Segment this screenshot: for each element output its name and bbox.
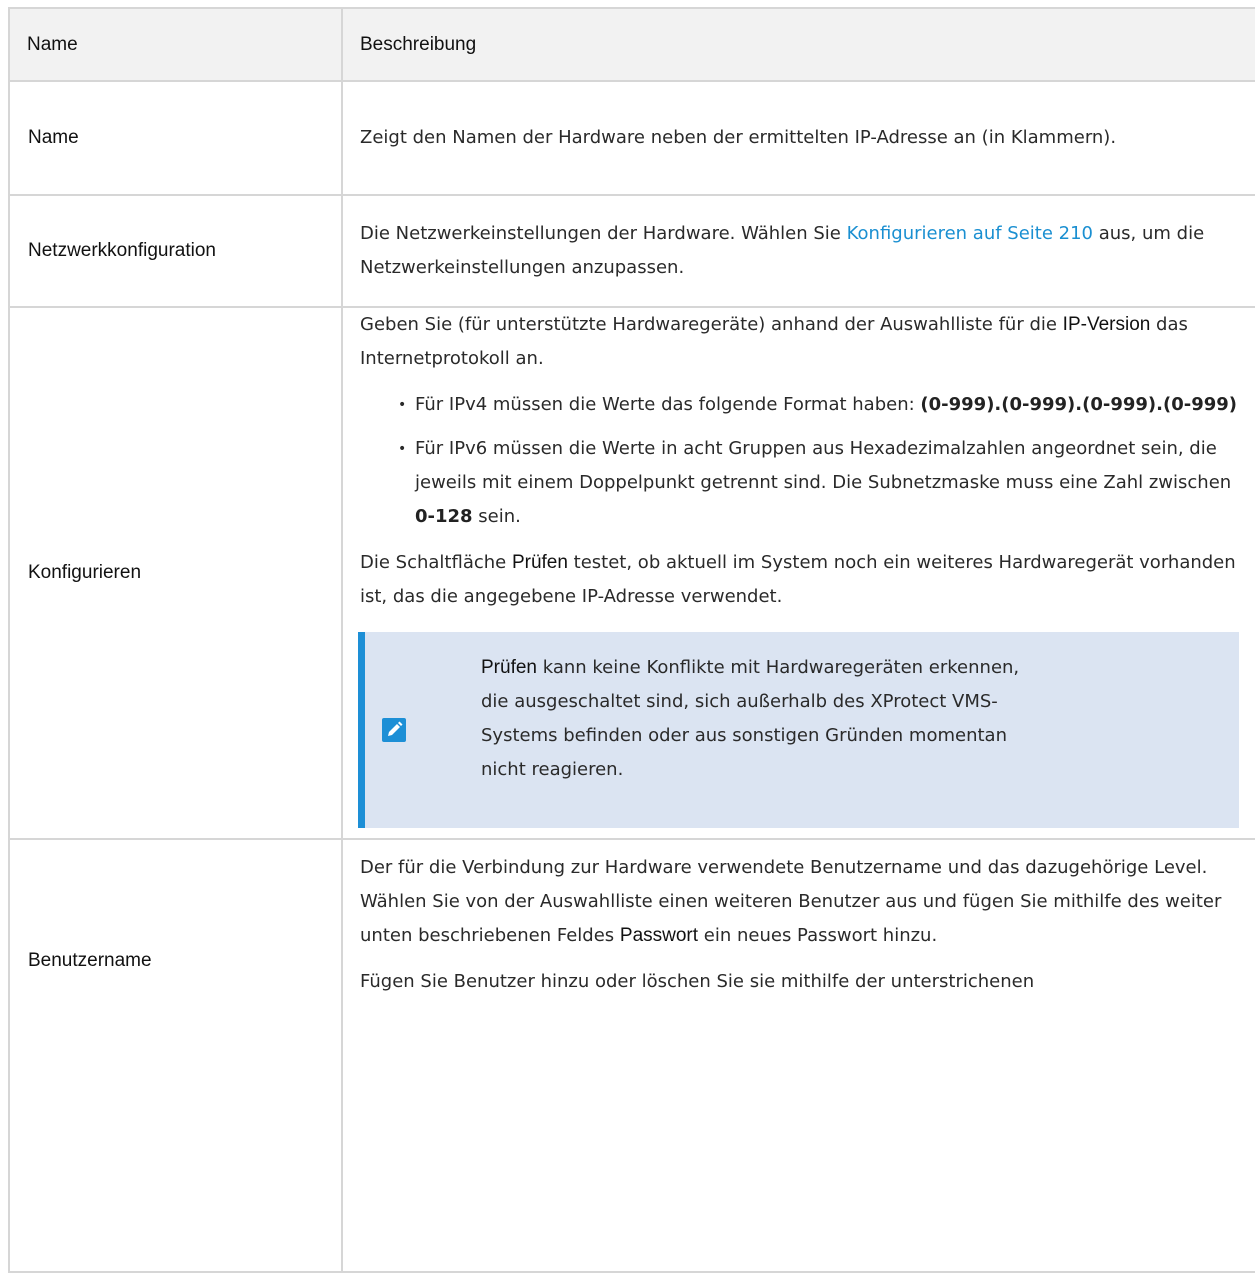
ipv4-format: (0-999).(0-999).(0-999).(0-999) bbox=[920, 394, 1238, 415]
paragraph-text: ein neues Passwort hinzu. bbox=[698, 925, 938, 946]
note-box: Prüfen kann keine Konflikte mit Hardware… bbox=[358, 632, 1239, 828]
row-name-cell: Netzwerkkonfiguration bbox=[8, 194, 343, 308]
row-description-cell: Geben Sie (für unterstützte Hardwaregerä… bbox=[341, 306, 1255, 840]
list-item: Für IPv4 müssen die Werte das folgende F… bbox=[398, 388, 1239, 422]
column-header-description: Beschreibung bbox=[341, 7, 1255, 82]
description-paragraph: Fügen Sie Benutzer hinzu oder löschen Si… bbox=[360, 971, 1035, 992]
list-item-text: Für IPv6 müssen die Werte in acht Gruppe… bbox=[415, 438, 1232, 493]
table-row: Konfigurieren Geben Sie (für unterstützt… bbox=[8, 306, 1255, 840]
list-item-text: Für IPv4 müssen die Werte das folgende F… bbox=[415, 394, 921, 415]
description-paragraph: Geben Sie (für unterstützte Hardwaregerä… bbox=[360, 308, 1239, 376]
row-name-cell: Name bbox=[8, 80, 343, 196]
row-description-cell: Die Netzwerkeinstellungen der Hardware. … bbox=[341, 194, 1255, 308]
description-text-pre: Die Netzwerkeinstellungen der Hardware. … bbox=[360, 223, 847, 244]
table-row: Benutzername Der für die Verbindung zur … bbox=[8, 838, 1255, 1273]
note-body-text: kann keine Konflikte mit Hardwaregeräten… bbox=[481, 657, 1020, 780]
row-name-cell: Benutzername bbox=[8, 838, 343, 1273]
subnet-range: 0-128 bbox=[415, 506, 473, 527]
ip-version-label: IP-Version bbox=[1062, 314, 1151, 335]
table-row: Netzwerkkonfiguration Die Netzwerkeinste… bbox=[8, 194, 1255, 308]
pencil-icon bbox=[382, 718, 406, 742]
description-text: Zeigt den Namen der Hardware neben der e… bbox=[360, 127, 1117, 148]
list-item-text: sein. bbox=[472, 506, 521, 527]
description-paragraph: Der für die Verbindung zur Hardware verw… bbox=[360, 851, 1239, 953]
row-description-cell: Zeigt den Namen der Hardware neben der e… bbox=[341, 80, 1255, 196]
column-header-name: Name bbox=[8, 7, 343, 82]
description-text: Die Netzwerkeinstellungen der Hardware. … bbox=[360, 217, 1239, 285]
konfigurieren-page-link[interactable]: Konfigurieren auf Seite 210 bbox=[847, 223, 1093, 244]
list-item: Für IPv6 müssen die Werte in acht Gruppe… bbox=[398, 432, 1239, 534]
paragraph-text: Geben Sie (für unterstützte Hardwaregerä… bbox=[360, 314, 1063, 335]
description-paragraph: Die Schaltfläche Prüfen testet, ob aktue… bbox=[360, 546, 1239, 614]
note-text: Prüfen kann keine Konflikte mit Hardware… bbox=[481, 651, 1041, 787]
table-row: Name Zeigt den Namen der Hardware neben … bbox=[8, 80, 1255, 196]
row-name-cell: Konfigurieren bbox=[8, 306, 343, 840]
passwort-label: Passwort bbox=[619, 925, 699, 946]
paragraph-text: Die Schaltfläche bbox=[360, 552, 512, 573]
pruefen-label: Prüfen bbox=[481, 657, 537, 678]
hardware-properties-table: Name Beschreibung Name Zeigt den Namen d… bbox=[8, 7, 1255, 1273]
format-list: Für IPv4 müssen die Werte das folgende F… bbox=[360, 388, 1239, 534]
row-description-cell: Der für die Verbindung zur Hardware verw… bbox=[341, 838, 1255, 1273]
pruefen-label: Prüfen bbox=[511, 552, 568, 573]
table-header-row: Name Beschreibung bbox=[8, 7, 1255, 82]
